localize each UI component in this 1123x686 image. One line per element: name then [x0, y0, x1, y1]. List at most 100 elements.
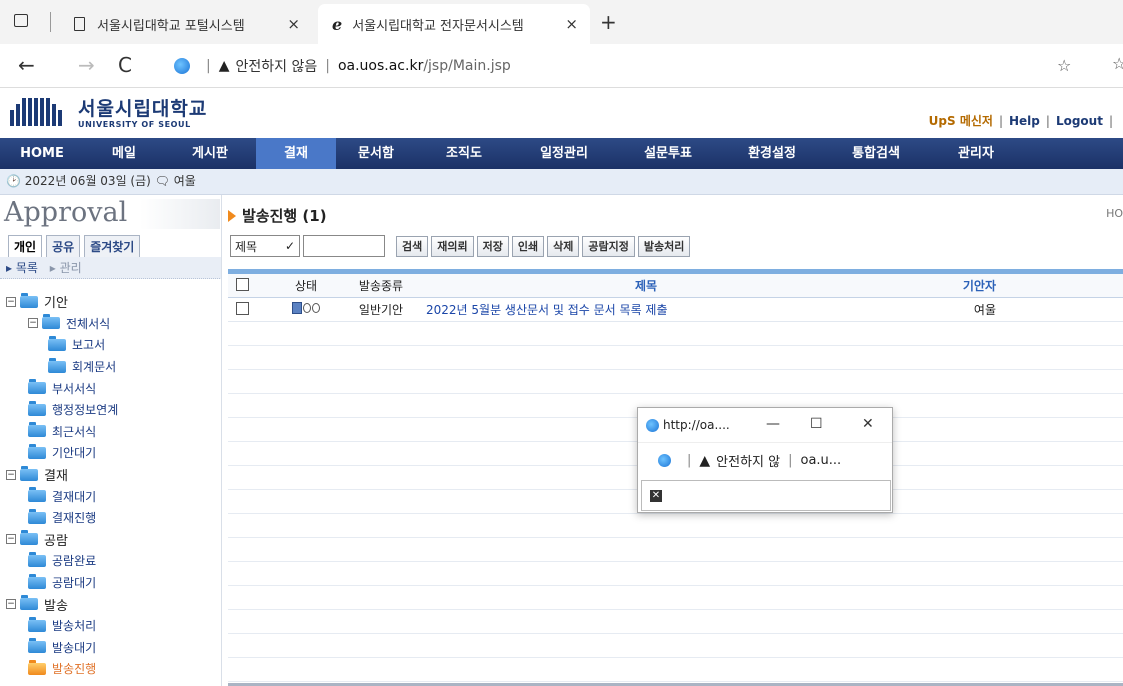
address-bar: ← → C | ▲ 안전하지 않음 | oa.uos.ac.kr /jsp/Ma…	[0, 44, 1123, 88]
collapse-icon[interactable]: −	[28, 318, 38, 329]
rerequest-button[interactable]: 재의뢰	[431, 235, 474, 257]
dispatch-button[interactable]: 발송처리	[637, 235, 691, 257]
popup-titlebar[interactable]: http://oa.... — ☐ ✕	[638, 408, 892, 442]
tab-portal[interactable]: 서울시립대학교 포털시스템 ×	[62, 4, 312, 44]
sidebar-tab-favorites[interactable]: 즐겨찾기	[84, 235, 141, 258]
tree-item-accounting[interactable]: 회계문서	[6, 356, 118, 378]
print-button[interactable]: 인쇄	[511, 235, 545, 257]
collapse-icon[interactable]: −	[6, 534, 16, 545]
collapse-icon[interactable]: −	[6, 599, 16, 610]
logout-link[interactable]: Logout	[1056, 114, 1103, 128]
tree-item-recent-forms[interactable]: 최근서식	[6, 421, 118, 443]
tree-item-approval-pending[interactable]: 결재대기	[6, 485, 118, 507]
collapse-icon[interactable]: −	[6, 296, 16, 307]
select-all-checkbox[interactable]	[236, 277, 249, 291]
help-link[interactable]: Help	[1009, 114, 1040, 128]
search-button[interactable]: 검색	[396, 235, 429, 257]
security-status[interactable]: 안전하지 않음	[236, 56, 318, 76]
open-folder-icon	[28, 659, 46, 675]
search-field-select[interactable]: 제목 ✓	[230, 235, 300, 257]
menu-org-chart[interactable]: 조직도	[416, 138, 512, 169]
tree-item-draft-pending[interactable]: 기안대기	[6, 442, 118, 464]
column-title[interactable]: 제목	[416, 277, 876, 294]
add-favorite-icon[interactable]: ☆	[1057, 56, 1071, 75]
tree-item-circulation-done[interactable]: 공람완료	[6, 550, 118, 572]
url-input[interactable]: | ▲ 안전하지 않음 | oa.uos.ac.kr /jsp/Main.jsp	[174, 52, 1044, 80]
sidebar-tab-shared[interactable]: 공유	[46, 235, 81, 258]
minimize-button[interactable]: —	[766, 416, 780, 432]
folder-icon	[28, 379, 46, 395]
folder-icon	[20, 292, 38, 308]
new-tab-button[interactable]: +	[600, 10, 617, 34]
tree-item-report[interactable]: 보고서	[6, 334, 118, 356]
menu-schedule[interactable]: 일정관리	[512, 138, 616, 169]
tree-item-dispatch-pending[interactable]: 발송대기	[6, 637, 118, 659]
popup-content: ✕	[641, 480, 891, 511]
tree-item-dispatch-progress[interactable]: 발송진행	[6, 658, 118, 680]
menu-search[interactable]: 통합검색	[824, 138, 928, 169]
maximize-button[interactable]: ☐	[810, 416, 823, 432]
sidebar-tab-personal[interactable]: 개인	[8, 235, 43, 258]
search-input[interactable]	[303, 235, 385, 257]
folder-icon	[48, 357, 66, 373]
save-button[interactable]: 저장	[476, 235, 509, 257]
menu-board[interactable]: 게시판	[164, 138, 256, 169]
university-logo[interactable]: 서울시립대학교 UNIVERSITY OF SEOUL	[10, 94, 220, 134]
popup-address-bar[interactable]: | ▲ 안전하지 않 | oa.u...	[638, 442, 892, 478]
folder-icon	[28, 487, 46, 503]
forward-button[interactable]: →	[78, 53, 95, 77]
table-header: 상태 발송종류 제목 기안자	[228, 274, 1123, 298]
tree-item-circulation-pending[interactable]: 공람대기	[6, 572, 118, 594]
page-icon	[74, 17, 85, 31]
row-title-link[interactable]: 2022년 5월분 생산문서 및 접수 문서 목록 제출	[416, 301, 876, 318]
warning-icon: ▲	[218, 58, 230, 74]
assign-circulation-button[interactable]: 공람지정	[582, 235, 635, 257]
close-icon[interactable]: ×	[287, 15, 300, 33]
tree-item-circulation[interactable]: − 공람	[6, 529, 118, 551]
menu-survey[interactable]: 설문투표	[616, 138, 720, 169]
close-button[interactable]: ✕	[862, 416, 874, 432]
refresh-button[interactable]: C	[118, 53, 132, 77]
tree-item-approval-progress[interactable]: 결재진행	[6, 507, 118, 529]
tree-item-all-forms[interactable]: − 전체서식	[6, 313, 118, 335]
messenger-link[interactable]: UpS 메신저	[929, 112, 993, 129]
menu-docbox[interactable]: 문서함	[336, 138, 416, 169]
sidebar-subtabs: ▸ 목록 ▸ 관리	[0, 257, 221, 279]
subtab-list[interactable]: 목록	[16, 261, 38, 275]
sidebar: Approval 개인 공유 즐겨찾기 ▸ 목록 ▸ 관리 − 기안 − 전체서식 …	[0, 195, 222, 686]
tree-item-dispatch-process[interactable]: 발송처리	[6, 615, 118, 637]
tab-approval-system[interactable]: e 서울시립대학교 전자문서시스템 ×	[318, 4, 590, 44]
tree-item-dispatch[interactable]: − 발송	[6, 593, 118, 615]
divider	[50, 12, 51, 32]
divider: |	[788, 453, 793, 468]
menu-home[interactable]: HOME	[0, 138, 84, 169]
home-link[interactable]: HO	[1106, 207, 1123, 220]
tree-item-admin-link[interactable]: 행정정보연계	[6, 399, 118, 421]
menu-settings[interactable]: 환경설정	[720, 138, 824, 169]
popup-window[interactable]: http://oa.... — ☐ ✕ | ▲ 안전하지 않 | oa.u...…	[637, 407, 893, 513]
page-title: 발송진행 (1)	[228, 205, 327, 226]
tree-item-draft[interactable]: − 기안	[6, 291, 118, 313]
table-row[interactable]: 일반기안 2022년 5월분 생산문서 및 접수 문서 목록 제출 여울	[228, 298, 1123, 322]
folder-icon	[28, 443, 46, 459]
column-author[interactable]: 기안자	[876, 277, 1016, 294]
back-button[interactable]: ←	[18, 53, 35, 77]
folder-icon	[20, 530, 38, 546]
folder-icon	[20, 465, 38, 481]
tab-actions-icon[interactable]	[14, 14, 28, 27]
sidebar-title-decoration	[140, 199, 220, 229]
main-menu: HOME 메일 게시판 결재 문서함 조직도 일정관리 설문투표 환경설정 통합…	[0, 138, 1123, 169]
close-icon[interactable]: ×	[565, 15, 578, 33]
row-checkbox[interactable]	[236, 301, 249, 315]
column-type: 발송종류	[358, 279, 404, 293]
collapse-icon[interactable]: −	[6, 469, 16, 480]
menu-approval[interactable]: 결재	[256, 138, 336, 169]
tree-item-dept-forms[interactable]: 부서서식	[6, 377, 118, 399]
favorites-icon[interactable]: ☆	[1112, 54, 1123, 73]
menu-admin[interactable]: 관리자	[928, 138, 1024, 169]
tree-item-approval[interactable]: − 결재	[6, 464, 118, 486]
delete-button[interactable]: 삭제	[547, 235, 580, 257]
popup-url-host: oa.u...	[800, 453, 842, 468]
subtab-manage[interactable]: ▸ 관리	[50, 261, 82, 275]
menu-mail[interactable]: 메일	[84, 138, 164, 169]
